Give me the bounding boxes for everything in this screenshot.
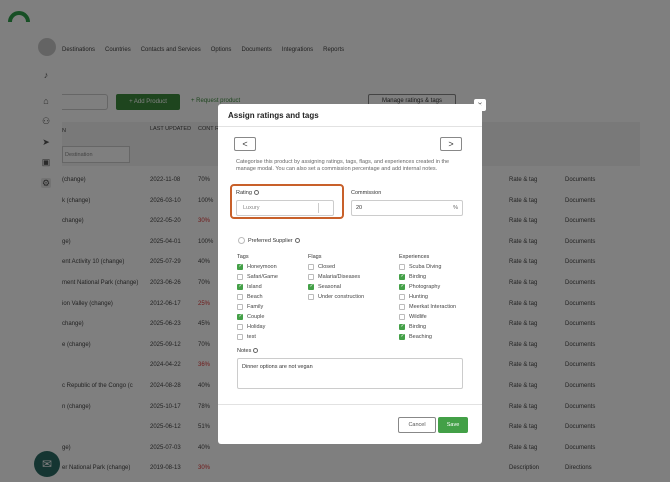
tags-checkbox[interactable] <box>237 313 243 320</box>
experiences-label: Hunting <box>409 293 428 300</box>
tags-checkbox[interactable] <box>237 294 243 300</box>
tags-label: Beach <box>247 293 263 300</box>
experiences-checkbox[interactable] <box>399 333 405 340</box>
info-icon <box>294 238 300 244</box>
cancel-button[interactable]: Cancel <box>398 417 436 433</box>
commission-label: Commission <box>351 190 382 196</box>
experiences-label: Birding <box>409 273 427 280</box>
tags-label: Honeymoon <box>247 263 277 270</box>
commission-input[interactable]: 20% <box>351 200 463 216</box>
experiences-label: Photography <box>409 283 441 290</box>
preferred-supplier-text: Preferred Supplier <box>248 238 293 244</box>
experiences-checkbox[interactable] <box>399 314 405 320</box>
experiences-label: Beaching <box>409 333 432 340</box>
experiences-label: Scuba Diving <box>409 263 442 270</box>
notes-label-text: Notes <box>237 348 252 354</box>
experiences-checkbox[interactable] <box>399 323 405 330</box>
flags-checkbox[interactable] <box>308 294 314 300</box>
flags-checkbox[interactable] <box>308 274 314 280</box>
tags-checkbox[interactable] <box>237 283 243 290</box>
tags-label: Safari/Game <box>247 273 278 280</box>
modal-title: Assign ratings and tags <box>228 111 319 120</box>
modal-description: Categorise this product by assigning rat… <box>236 159 450 172</box>
percent-unit: % <box>453 205 458 211</box>
experiences-label: Wildlife <box>409 313 427 320</box>
tags-checkbox[interactable] <box>237 263 243 270</box>
tags-label: Couple <box>247 313 265 320</box>
flags-label: Under construction <box>318 293 365 300</box>
rating-label-text: Rating <box>236 190 252 196</box>
commission-value: 20 <box>356 205 363 211</box>
experiences-checkbox[interactable] <box>399 283 405 290</box>
flags-label: Malaria/Diseases <box>318 273 361 280</box>
experiences-checkbox[interactable] <box>399 264 405 270</box>
assign-ratings-modal: Assign ratings and tags < > Categorise t… <box>218 104 482 444</box>
rating-select[interactable]: Luxury <box>236 200 334 216</box>
flags-label: Seasonal <box>318 283 341 290</box>
tags-checkbox[interactable] <box>237 324 243 330</box>
divider <box>218 404 482 405</box>
notes-label: Notes <box>237 348 259 354</box>
prev-button[interactable]: < <box>234 137 256 151</box>
tags-checkbox[interactable] <box>237 274 243 280</box>
flags-heading: Flags <box>308 254 322 260</box>
preferred-supplier-radio[interactable] <box>238 237 245 244</box>
experiences-checkbox[interactable] <box>399 273 405 280</box>
experiences-checkbox[interactable] <box>399 304 405 310</box>
tags-label: test <box>247 333 256 340</box>
experiences-label: Birding <box>409 323 427 330</box>
flags-checkbox[interactable] <box>308 264 314 270</box>
flags-checkbox[interactable] <box>308 283 314 290</box>
preferred-supplier-label: Preferred Supplier <box>248 238 300 244</box>
next-button[interactable]: > <box>440 137 462 151</box>
flags-label: Closed <box>318 263 336 270</box>
tags-heading: Tags <box>237 254 249 260</box>
info-icon <box>253 348 259 354</box>
tags-label: Family <box>247 303 264 310</box>
select-divider <box>318 203 319 213</box>
rating-placeholder: Luxury <box>243 205 260 211</box>
experiences-checkbox[interactable] <box>399 294 405 300</box>
tags-label: Island <box>247 283 262 290</box>
save-button[interactable]: Save <box>438 417 468 433</box>
tags-checkbox[interactable] <box>237 334 243 340</box>
experiences-label: Meerkat Interaction <box>409 303 457 310</box>
tags-checkbox[interactable] <box>237 304 243 310</box>
notes-textarea[interactable]: Dinner options are not vegan <box>237 358 463 389</box>
experiences-heading: Experiences <box>399 254 430 260</box>
info-icon <box>253 190 259 196</box>
rating-label: Rating <box>236 190 259 196</box>
tags-label: Holiday <box>247 323 266 330</box>
divider <box>218 126 482 127</box>
